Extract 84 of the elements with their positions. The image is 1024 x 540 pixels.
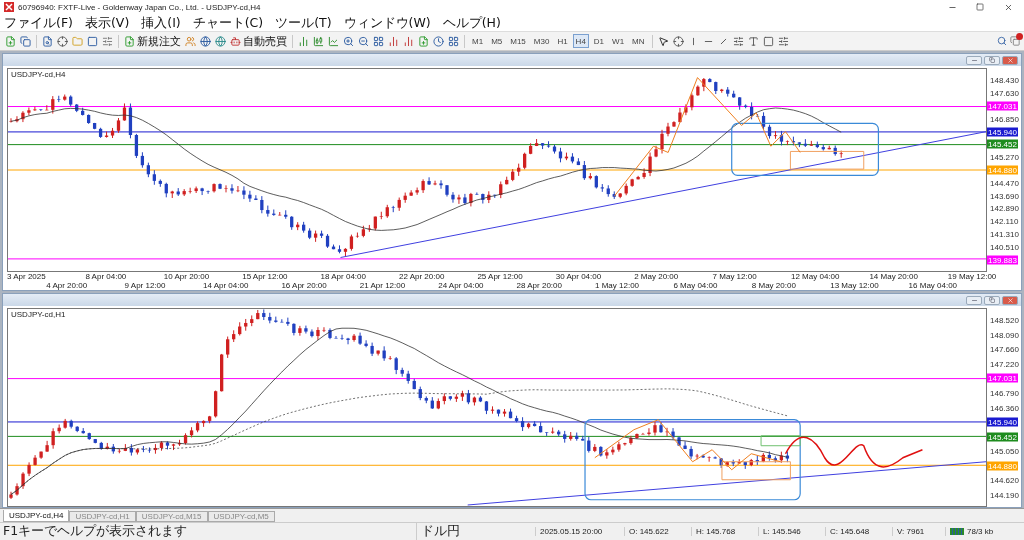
time-axis-label: 14 May 20:00 [869, 272, 918, 281]
low-price: L: 145.546 [763, 527, 801, 536]
time-axis-label: 14 Apr 04:00 [203, 281, 249, 290]
time-axis-label: 8 May 20:00 [751, 281, 796, 290]
high-price: H: 145.768 [696, 527, 736, 536]
time-axis-label: 28 Apr 20:00 [516, 281, 562, 290]
price-level-tag: 145.452 [987, 432, 1018, 442]
time-axis-label: 12 May 04:00 [791, 272, 840, 281]
price-level-tag: 145.940 [987, 417, 1018, 427]
price-level-tag: 139.883 [987, 255, 1018, 265]
price-level-tag: 147.031 [987, 373, 1018, 383]
price-axis-label: 140.510 [990, 242, 1019, 252]
time-axis-label: 19 May 12:00 [947, 272, 997, 281]
timeframe-button[interactable]: W1 [609, 34, 628, 48]
timeframe-button[interactable]: H4 [572, 34, 589, 48]
price-axis-label: 144.190 [990, 490, 1019, 500]
price-axis-label: 148.520 [990, 315, 1019, 325]
time-axis-label: 15 Apr 12:00 [242, 272, 288, 281]
menu-item[interactable]: ツール(T) [275, 14, 332, 31]
menu-item[interactable]: チャート(C) [192, 14, 264, 31]
price-axis-label: 146.850 [990, 114, 1019, 124]
profile-name: ドル円 [421, 523, 460, 540]
price-axis-label: 145.270 [990, 152, 1019, 162]
price-level-tag: 145.940 [987, 127, 1018, 137]
time-axis-label: 21 Apr 12:00 [359, 281, 406, 290]
price-axis-label: 147.630 [990, 88, 1019, 98]
price-axis-label: 148.090 [990, 330, 1019, 340]
price-axis-label: 142.890 [990, 203, 1019, 213]
price-axis-label: 146.790 [990, 388, 1019, 398]
price-axis-label: 143.690 [990, 191, 1019, 201]
window-title: 60796940: FXTF-Live - Goldenway Japan Co., Ltd. - USDJPY-cd,H4 [18, 2, 262, 12]
timeframe-button[interactable]: D1 [590, 34, 608, 48]
time-axis-label: 18 Apr 04:00 [320, 272, 366, 281]
timeframe-button[interactable]: H1 [554, 34, 571, 48]
time-axis-label: 13 May 12:00 [830, 281, 879, 290]
time-axis-label: 1 May 12:00 [595, 281, 640, 290]
new-order-button[interactable]: 新規注文 [123, 33, 182, 49]
open-price: O: 145.622 [629, 527, 669, 536]
price-axis-label: 145.050 [990, 446, 1019, 456]
chart-symbol-label: USDJPY-cd,H4 [11, 70, 66, 79]
bar-time: 2025.05.15 20:00 [540, 527, 603, 536]
auto-trading-button[interactable]: 自動売買 [229, 33, 288, 49]
price-level-tag: 144.880 [987, 165, 1018, 175]
chart-symbol-label: USDJPY-cd,H1 [11, 310, 66, 319]
price-axis-label: 147.220 [990, 359, 1019, 369]
price-level-tag: 147.031 [987, 101, 1018, 111]
menu-item[interactable]: 表示(V) [84, 14, 130, 31]
price-axis-label: 148.430 [990, 75, 1019, 85]
time-axis-label: 22 Apr 20:00 [399, 272, 445, 281]
time-axis-label: 10 Apr 20:00 [163, 272, 210, 281]
time-axis-label: 16 Apr 20:00 [281, 281, 327, 290]
price-axis-label: 146.360 [990, 403, 1019, 412]
time-axis-label: 16 May 04:00 [908, 281, 958, 290]
price-level-tag: 144.880 [987, 461, 1018, 471]
time-axis-label: 2 May 20:00 [634, 272, 679, 281]
price-axis-label: 142.110 [990, 216, 1019, 226]
time-axis-label: 25 Apr 12:00 [477, 272, 523, 281]
time-axis-label: 6 May 04:00 [673, 281, 718, 290]
timeframe-button[interactable]: M30 [530, 34, 553, 48]
timeframe-button[interactable]: M1 [469, 34, 487, 48]
menu-item[interactable]: ヘルプ(H) [442, 14, 501, 31]
price-axis-label: 141.310 [990, 229, 1019, 239]
timeframe-button[interactable]: M15 [507, 34, 529, 48]
chart-tab[interactable]: USDJPY-cd,H4 [3, 510, 70, 522]
menu-item[interactable]: ファイル(F) [4, 14, 73, 31]
timeframe-button[interactable]: MN [629, 34, 648, 48]
traffic-text: 78/3 kb [967, 527, 994, 536]
time-axis-label: 24 Apr 04:00 [438, 281, 484, 290]
timeframe-button[interactable]: M5 [488, 34, 506, 48]
status-help-text: F1キーでヘルプが表示されます [2, 523, 189, 540]
time-axis-label: 8 Apr 04:00 [85, 272, 127, 281]
price-axis-label: 147.660 [990, 344, 1019, 354]
time-axis-label: 3 Apr 2025 [7, 272, 46, 281]
close-price: C: 145.648 [830, 527, 870, 536]
price-axis-label: 144.470 [990, 178, 1019, 188]
time-axis-label: 4 Apr 20:00 [46, 281, 88, 290]
menu-item[interactable]: 挿入(I) [141, 14, 181, 31]
menu-item[interactable]: ウィンドウ(W) [343, 14, 431, 31]
volume: V: 7961 [897, 527, 925, 536]
price-axis-label: 144.620 [990, 475, 1019, 485]
time-axis-label: 9 Apr 12:00 [124, 281, 166, 290]
time-axis-label: 7 May 12:00 [712, 272, 757, 281]
time-axis-label: 30 Apr 04:00 [555, 272, 602, 281]
price-level-tag: 145.452 [987, 139, 1018, 149]
